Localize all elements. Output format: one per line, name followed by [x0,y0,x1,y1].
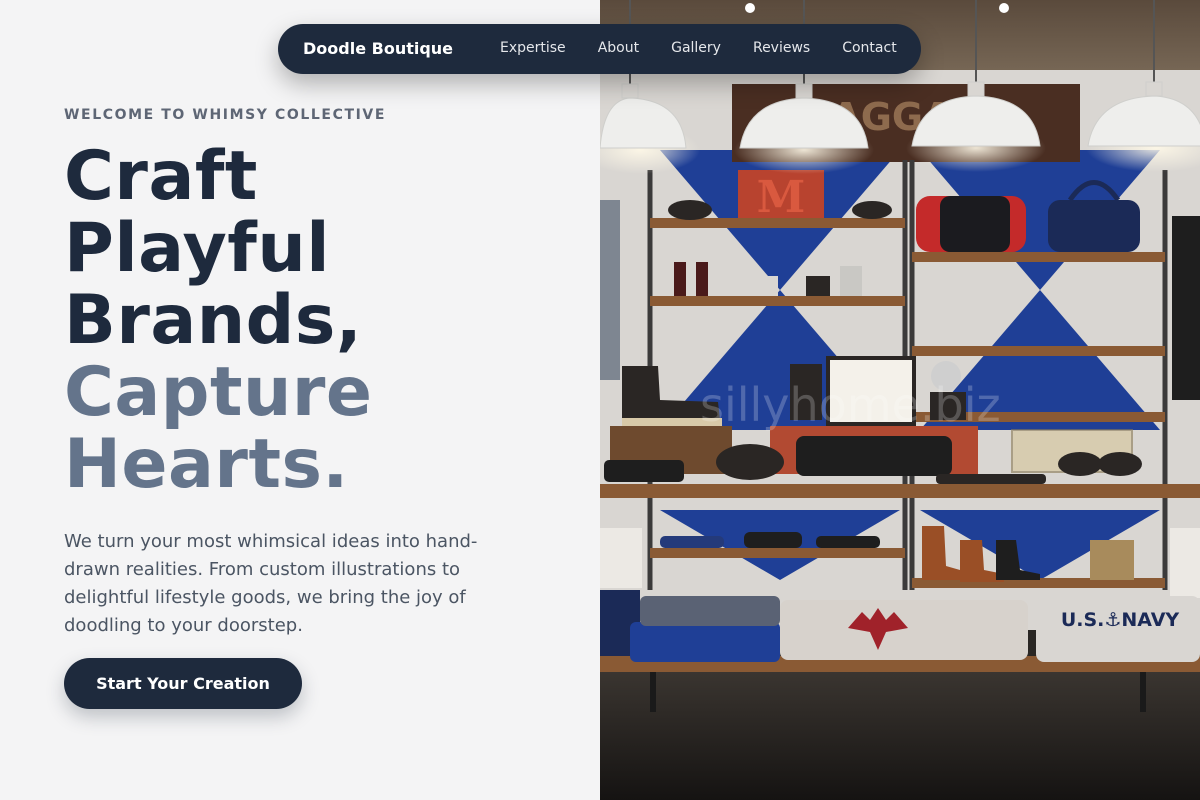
headline-line: Brands, [64,281,363,360]
letter-block-text: M [757,172,806,223]
brand-logo-text[interactable]: Doodle Boutique [303,39,453,58]
nav-link-about[interactable]: About [598,40,639,56]
start-creation-button[interactable]: Start Your Creation [64,658,302,709]
headline-accent-line: Hearts. [64,425,349,504]
nav-link-contact[interactable]: Contact [842,40,896,56]
hero-headline: Craft Playful Brands, Capture Hearts. [64,141,373,501]
nav-links: Expertise About Gallery Reviews Contact [500,40,897,56]
nav-link-reviews[interactable]: Reviews [753,40,810,56]
headline-line: Craft [64,137,258,216]
nav-link-expertise[interactable]: Expertise [500,40,566,56]
hero-eyebrow: WELCOME TO WHIMSY COLLECTIVE [64,107,387,123]
headline-accent-line: Capture [64,353,373,432]
headline-line: Playful [64,209,331,288]
top-nav-bar: Doodle Boutique Expertise About Gallery … [278,24,921,74]
hero-left-pane: WELCOME TO WHIMSY COLLECTIVE Craft Playf… [0,0,600,800]
watermark-text: sillyhome.biz [700,378,1001,432]
hero-intro: We turn your most whimsical ideas into h… [64,531,478,636]
nav-link-gallery[interactable]: Gallery [671,40,721,56]
navy-shirt-text: U.S.⚓NAVY [1061,609,1180,631]
